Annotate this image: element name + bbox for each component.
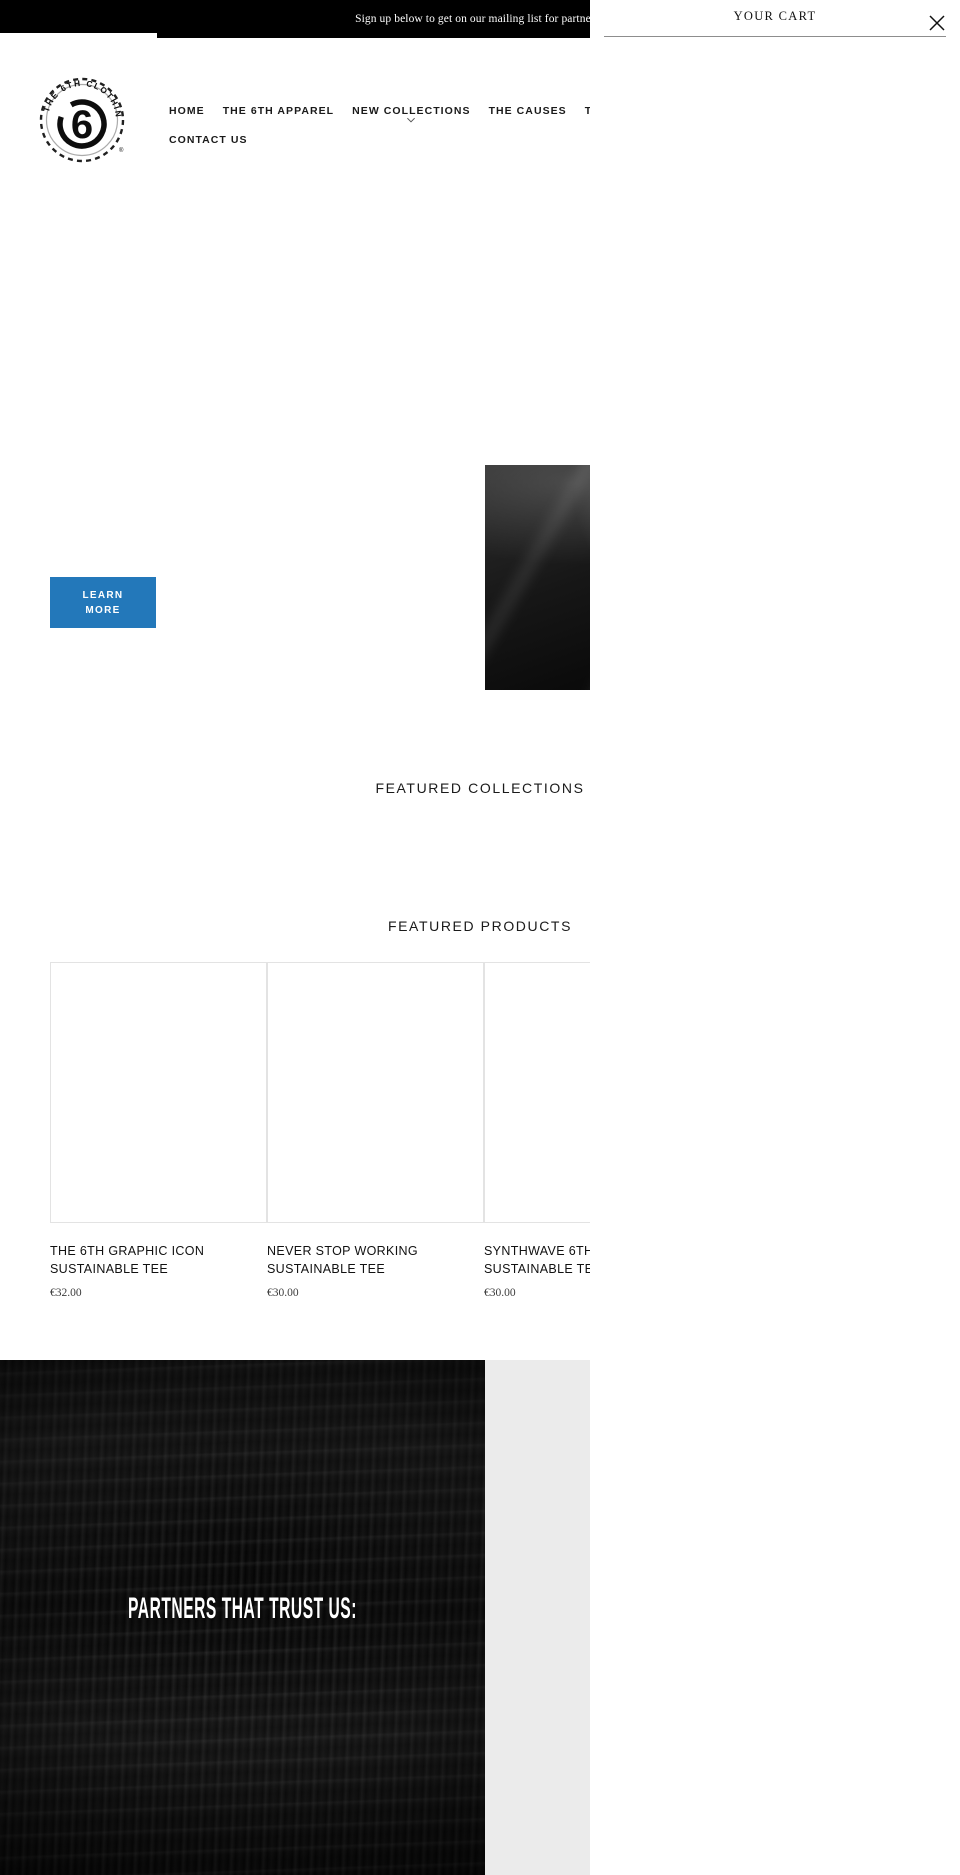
product-price: €30.00 <box>267 1287 299 1299</box>
partners-heading: PARTNERS THAT TRUST US: <box>128 1592 357 1625</box>
nav-item-the-6th-apparel-label: THE 6TH APPAREL <box>222 105 335 117</box>
nav-item-contact-us-label: CONTACT US <box>169 134 248 146</box>
nav-item-new-collections[interactable]: NEW COLLECTIONS <box>343 98 479 124</box>
nav-item-home-label: HOME <box>169 105 205 117</box>
announcement-bar-left-fill <box>0 0 157 33</box>
cart-title: YOUR CART <box>733 9 817 23</box>
svg-text:6: 6 <box>71 103 93 147</box>
nav-item-contact-us[interactable]: CONTACT US <box>160 127 257 153</box>
learn-more-button[interactable]: LEARN MORE <box>50 577 156 628</box>
svg-text:®: ® <box>119 147 124 154</box>
nav-item-new-collections-label: NEW COLLECTIONS <box>352 105 471 117</box>
nav-item-the-causes[interactable]: THE CAUSES <box>480 98 576 124</box>
site-logo[interactable]: THE 6TH CLOTHING CO 6 ® <box>36 74 128 166</box>
nav-item-the-causes-label: THE CAUSES <box>488 105 567 117</box>
learn-more-line-2: MORE <box>85 604 121 616</box>
product-image[interactable] <box>267 962 484 1223</box>
chevron-down-icon <box>407 117 416 123</box>
close-icon <box>929 15 945 31</box>
cart-drawer: YOUR CART <box>590 0 960 1875</box>
logo-mark-icon: THE 6TH CLOTHING CO 6 ® <box>36 74 125 163</box>
cart-divider <box>604 36 946 37</box>
product-title: THE 6TH GRAPHIC ICON SUSTAINABLE TEE <box>50 1244 205 1276</box>
product-title: NEVER STOP WORKING SUSTAINABLE TEE <box>267 1244 419 1276</box>
product-card[interactable]: NEVER STOP WORKING SUSTAINABLE TEE €30.0… <box>267 962 484 1299</box>
product-card[interactable]: THE 6TH GRAPHIC ICON SUSTAINABLE TEE €32… <box>50 962 267 1299</box>
product-image[interactable] <box>50 962 267 1223</box>
cart-close-button[interactable] <box>928 14 946 32</box>
nav-item-the-6th-apparel[interactable]: THE 6TH APPAREL <box>214 98 343 124</box>
page-root: Sign up below to get on our mailing list… <box>0 0 960 1875</box>
nav-item-home[interactable]: HOME <box>160 98 214 124</box>
learn-more-line-1: LEARN <box>82 589 124 601</box>
product-price: €32.00 <box>50 1287 82 1299</box>
